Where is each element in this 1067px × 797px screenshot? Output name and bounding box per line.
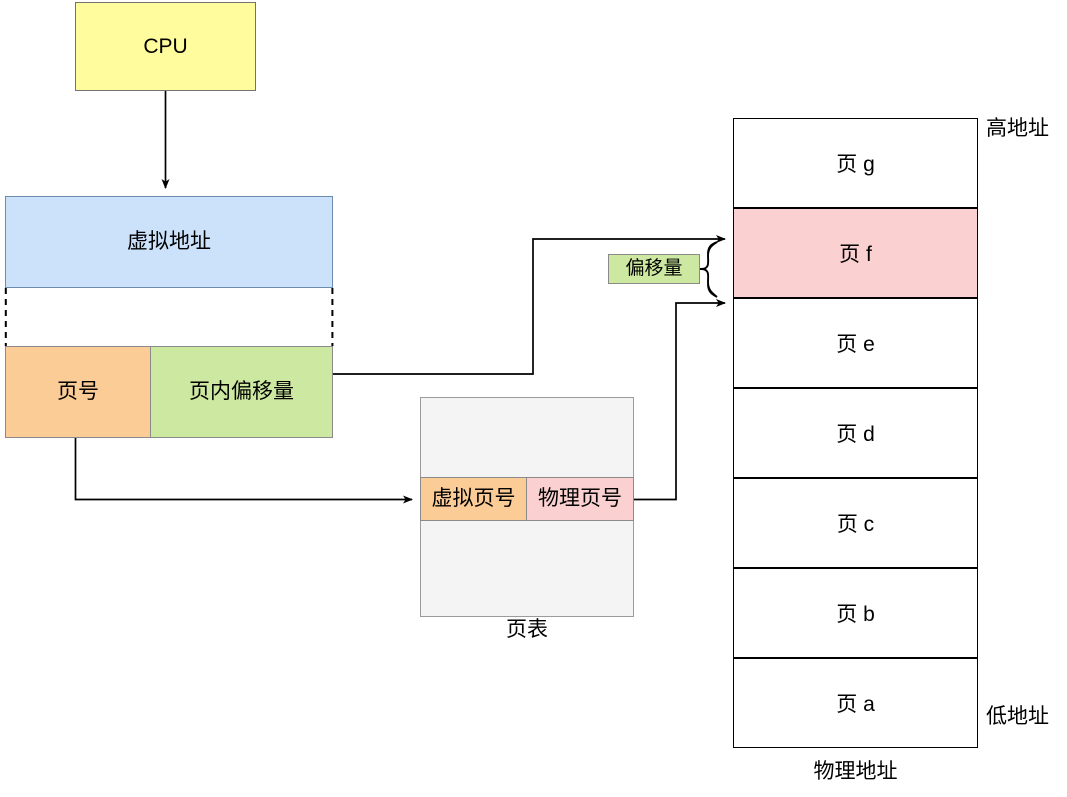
physical-memory-cell-label: 页 a (836, 693, 875, 716)
arrow-physical-page-number-to-page-f-bottom (634, 299, 726, 501)
physical-memory-cell-label: 页 c (836, 513, 875, 536)
physical-memory-cell: 页 d (733, 388, 978, 478)
page-table-virtual-page-number-cell: 虚拟页号 (420, 477, 527, 521)
virtual-address-box: 虚拟地址 (5, 196, 333, 288)
physical-memory-cell: 页 a (733, 658, 978, 748)
physical-memory-cell-label: 页 f (839, 243, 872, 266)
dashed-split-guides (4, 288, 334, 346)
physical-memory-cell: 页 e (733, 298, 978, 388)
cpu-label: CPU (143, 34, 188, 58)
cpu-box: CPU (75, 2, 256, 91)
page-number-box: 页号 (5, 346, 151, 438)
physical-memory-cell: 页 f (733, 208, 978, 298)
arrow-page-number-to-page-table (74, 438, 413, 504)
page-table-physical-page-number-cell: 物理页号 (526, 477, 634, 521)
high-address-label: 高地址 (986, 117, 1049, 140)
diagram-canvas: CPU 虚拟地址 页号 页内偏移量 虚拟页号 物理页号 页表 偏移量 页 g 页 … (0, 0, 1067, 797)
page-offset-label: 页内偏移量 (189, 380, 294, 404)
page-table-physical-page-number-label: 物理页号 (538, 487, 622, 511)
offset-marker-box: 偏移量 (608, 254, 700, 284)
physical-address-caption: 物理地址 (813, 760, 898, 783)
physical-memory-cell: 页 g (733, 118, 978, 208)
physical-memory-cell: 页 c (733, 478, 978, 568)
physical-memory-cell-label: 页 d (836, 423, 875, 446)
physical-memory-cell: 页 b (733, 568, 978, 658)
page-offset-box: 页内偏移量 (150, 346, 333, 438)
page-table-caption: 页表 (506, 618, 548, 641)
page-number-label: 页号 (57, 380, 99, 404)
page-table-virtual-page-number-label: 虚拟页号 (431, 487, 516, 511)
low-address-label: 低地址 (986, 705, 1049, 728)
physical-memory-cell-label: 页 e (836, 333, 875, 356)
physical-memory-cell-label: 页 g (836, 153, 875, 176)
offset-marker-label: 偏移量 (625, 257, 683, 279)
virtual-address-label: 虚拟地址 (127, 230, 211, 254)
physical-memory-cell-label: 页 b (836, 603, 875, 626)
